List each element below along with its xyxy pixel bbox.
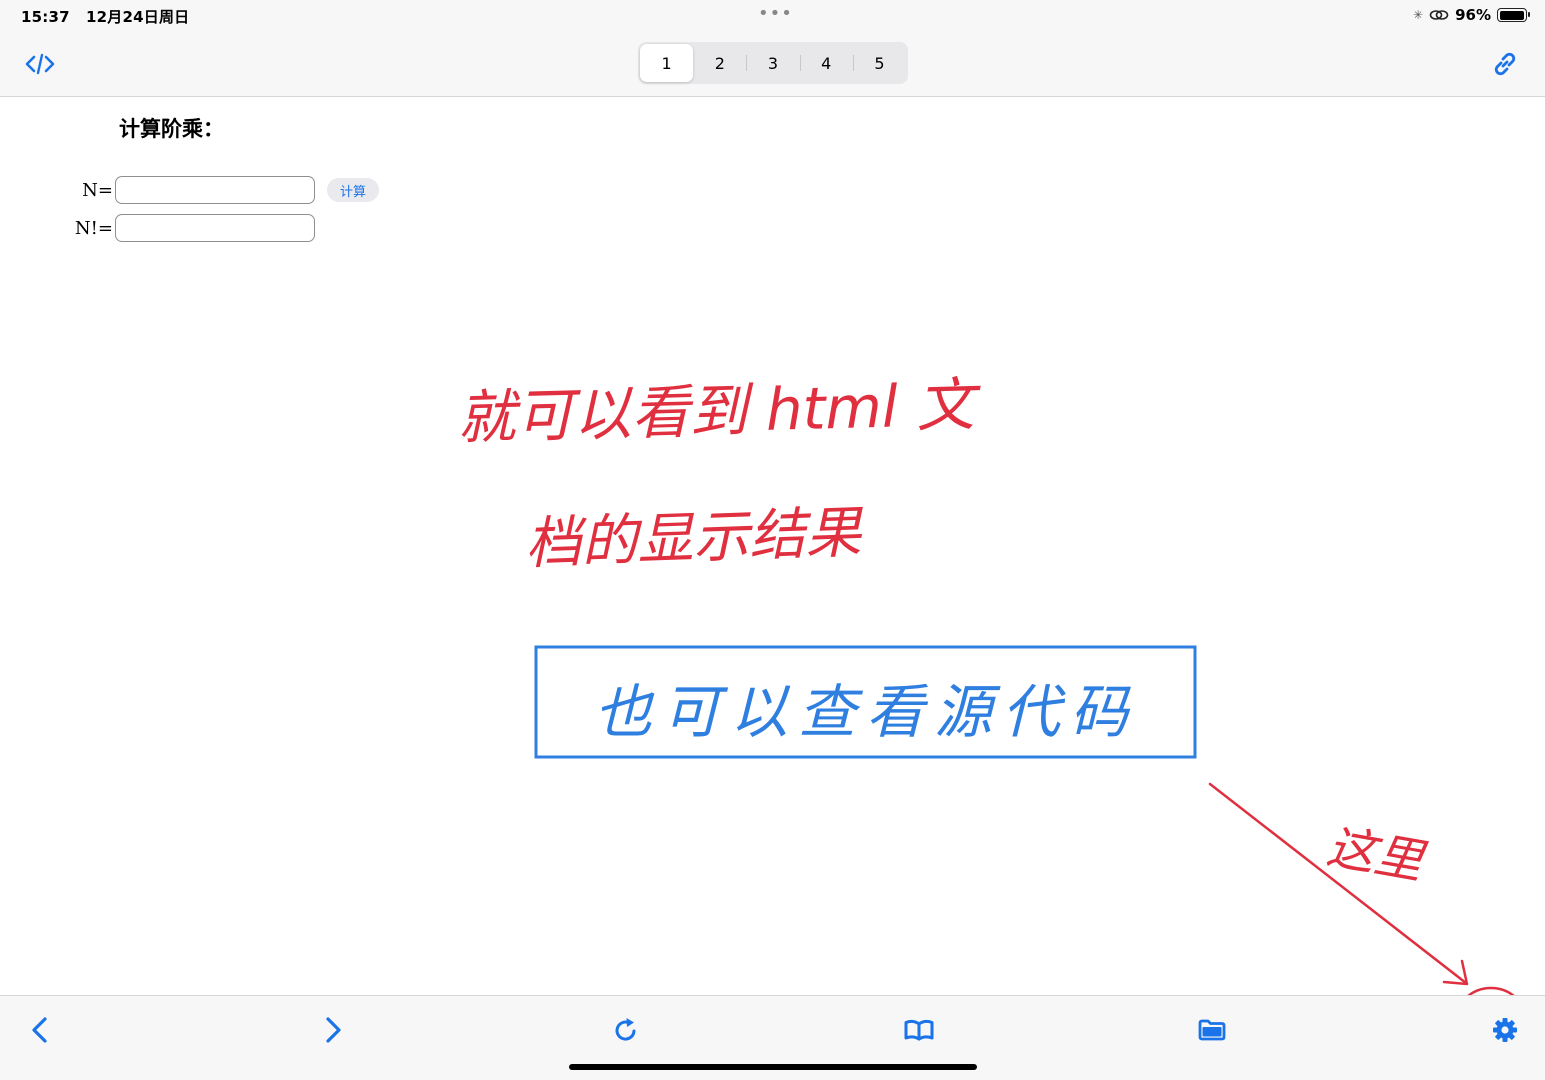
calculate-button[interactable]: 计算 (327, 178, 380, 202)
annotation-blue-text: 也可以查看源代码 (594, 678, 1138, 746)
n-input-row: N= 计算 (0, 176, 380, 204)
annotation-arrow-head (1442, 959, 1469, 986)
multitask-dots[interactable]: ••• (758, 3, 793, 24)
forward-chevron-icon[interactable] (311, 1010, 355, 1050)
annotation-blue-box (534, 645, 1197, 759)
annotation-red-line-2: 档的显示结果 (524, 500, 865, 577)
link-icon[interactable] (1485, 44, 1525, 84)
cloud-link-icon (1429, 10, 1449, 20)
folder-icon[interactable] (1190, 1010, 1234, 1050)
result-row: N!= (0, 214, 315, 242)
code-icon[interactable] (20, 44, 60, 84)
result-field[interactable] (115, 214, 315, 242)
annotation-red-line-1: 就可以看到 html 文 (457, 370, 983, 452)
annotation-arrow-line (1208, 782, 1468, 985)
battery-fill (1499, 10, 1524, 20)
annotation-pointer-text: 这里 (1323, 819, 1430, 891)
clock-time: 15:37 (21, 8, 70, 26)
back-chevron-icon[interactable] (18, 1010, 62, 1050)
tab-3[interactable]: 3 (746, 44, 799, 82)
reload-icon[interactable] (604, 1010, 648, 1050)
battery-percent: 96% (1455, 6, 1491, 24)
tab-1[interactable]: 1 (640, 44, 694, 82)
page-title: 计算阶乘： (119, 117, 224, 141)
tab-5[interactable]: 5 (852, 44, 906, 82)
status-time: 15:37 12月24日周日 (21, 6, 189, 27)
handwritten-annotations: 就可以看到 html 文 档的显示结果 也可以查看源代码 这里 (457, 370, 1529, 1060)
status-indicators: ✳ 96% (1413, 6, 1530, 24)
book-icon[interactable] (897, 1010, 941, 1050)
n-label: N= (82, 179, 113, 201)
tab-2[interactable]: 2 (693, 44, 746, 82)
bottom-toolbar (0, 995, 1545, 1080)
result-label: N!= (74, 217, 113, 239)
gear-icon[interactable] (1483, 1010, 1527, 1050)
top-toolbar: 15:37 12月24日周日 ••• ✳ 96% 12345 (0, 0, 1545, 97)
tab-4[interactable]: 4 (799, 44, 853, 82)
clock-date: 12月24日周日 (86, 8, 190, 26)
home-indicator[interactable] (569, 1064, 977, 1070)
battery-icon (1497, 8, 1530, 22)
activity-spinner-icon: ✳ (1413, 8, 1424, 22)
n-input[interactable] (115, 176, 315, 204)
page-tabs: 12345 (638, 42, 908, 84)
